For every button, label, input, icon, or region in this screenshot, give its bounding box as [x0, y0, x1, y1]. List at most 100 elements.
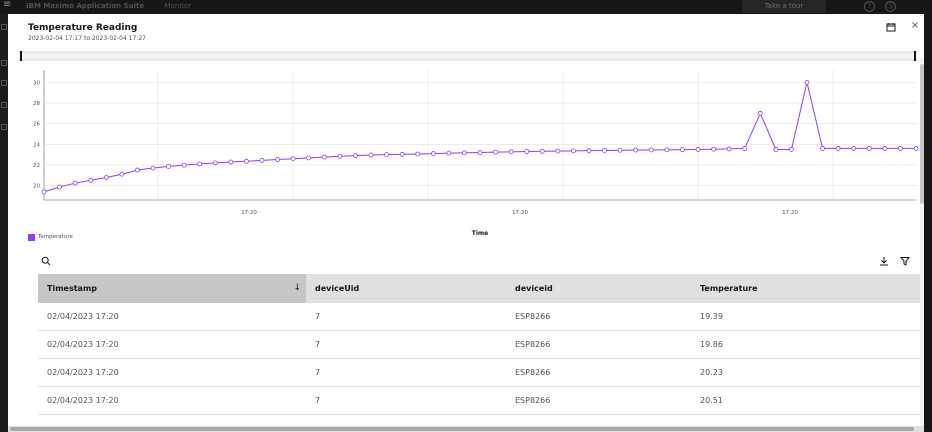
nav-icon[interactable] — [1, 24, 7, 30]
filter-icon[interactable] — [900, 256, 910, 266]
y-tick-label: 24 — [33, 142, 40, 148]
data-point — [555, 148, 561, 154]
scrollbar-thumb[interactable] — [10, 427, 914, 431]
nav-icon[interactable] — [1, 102, 7, 108]
data-point — [290, 156, 296, 162]
data-point — [835, 146, 841, 151]
help-icon[interactable]: ? — [864, 1, 875, 12]
range-slider-handle — [20, 51, 22, 61]
data-point — [602, 148, 607, 153]
data-point — [415, 151, 421, 157]
data-table: Timestamp ↓ deviceUid deviceid Temperatu… — [38, 274, 924, 415]
range-slider-track — [19, 51, 917, 61]
data-point — [695, 147, 701, 152]
vertical-scrollbar[interactable] — [920, 58, 924, 432]
data-point — [88, 177, 94, 183]
data-point — [804, 79, 810, 85]
nav-icon[interactable] — [1, 124, 7, 130]
horizontal-scrollbar[interactable] — [8, 426, 924, 432]
data-point — [571, 148, 576, 154]
close-icon[interactable]: × — [910, 20, 920, 32]
cell-deviceid: ESP8266 — [515, 368, 551, 377]
sort-descending-icon[interactable]: ↓ — [293, 274, 301, 303]
download-icon[interactable] — [879, 256, 889, 266]
user-icon[interactable]: Ⓢ — [885, 1, 896, 12]
cell-deviceuid: 7 — [315, 340, 321, 349]
app-subtitle: Monitor — [164, 2, 192, 10]
cell-timestamp: 02/04/2023 17:20 — [47, 340, 119, 349]
column-header-temperature[interactable]: Temperature — [691, 274, 924, 303]
y-tick-label: 28 — [33, 101, 40, 107]
data-point — [462, 150, 467, 156]
table-row[interactable]: 02/04/2023 17:20 7 ESP8266 19.86 — [38, 331, 924, 359]
temperature-series-line — [43, 82, 916, 193]
table-row[interactable]: 02/04/2023 17:20 7 ESP8266 19.39 — [38, 303, 924, 331]
nav-icon[interactable] — [1, 60, 7, 66]
data-point — [726, 146, 732, 152]
app-title[interactable]: IBM Maximo Application Suite Monitor — [26, 0, 191, 12]
take-a-tour-button[interactable]: Take a tour — [742, 0, 826, 13]
cell-deviceid: ESP8266 — [515, 396, 551, 405]
table-header: Timestamp ↓ deviceUid deviceid Temperatu… — [38, 274, 924, 303]
data-point — [882, 146, 888, 151]
data-point — [103, 175, 109, 180]
temperature-chart: 20 22 24 26 28 30 17:20 17:20 17:20 Time — [19, 51, 919, 237]
x-tick-label: 17:20 — [782, 210, 798, 216]
column-header-timestamp[interactable]: Timestamp ↓ — [38, 274, 306, 303]
app-header: ≡ IBM Maximo Application Suite Monitor T… — [0, 0, 932, 14]
data-point — [866, 146, 872, 151]
range-slider-handle — [914, 51, 916, 61]
table-row[interactable]: 02/04/2023 17:20 7 ESP8266 20.51 — [38, 387, 924, 415]
data-point — [399, 151, 405, 157]
y-tick-label: 22 — [33, 163, 40, 169]
data-point — [898, 146, 903, 151]
x-tick-label: 17:20 — [512, 210, 528, 216]
modal-title: Temperature Reading — [28, 23, 138, 33]
data-point — [353, 153, 358, 159]
data-point — [742, 146, 748, 151]
data-point — [524, 149, 530, 154]
data-point — [166, 164, 171, 169]
data-point — [664, 147, 670, 153]
legend-label: Temperature — [38, 234, 73, 240]
cell-temperature: 19.39 — [700, 312, 723, 321]
data-point — [789, 147, 794, 152]
data-point — [539, 148, 545, 154]
data-point — [773, 147, 779, 152]
cell-deviceuid: 7 — [315, 368, 321, 377]
data-point — [711, 146, 716, 152]
data-point — [228, 159, 234, 165]
cell-timestamp: 02/04/2023 17:20 — [47, 312, 119, 321]
x-tick-label: 17:20 — [241, 210, 257, 216]
data-point — [57, 184, 62, 190]
hamburger-menu-icon[interactable]: ≡ — [3, 0, 13, 10]
cell-timestamp: 02/04/2023 17:20 — [47, 368, 119, 377]
scrollbar-thumb[interactable] — [920, 64, 924, 204]
cell-timestamp: 02/04/2023 17:20 — [47, 396, 119, 405]
temperature-modal: Temperature Reading 2023-02-04 17:17 to … — [8, 14, 924, 432]
data-point — [648, 147, 654, 153]
column-header-deviceuid[interactable]: deviceUid — [306, 274, 506, 303]
y-tick-label: 30 — [33, 80, 40, 86]
data-point — [680, 147, 685, 153]
data-point — [446, 150, 452, 156]
column-header-deviceid[interactable]: deviceid — [506, 274, 691, 303]
chart-legend[interactable]: Temperature — [28, 232, 73, 242]
data-point — [119, 171, 125, 177]
legend-swatch — [28, 233, 35, 241]
cell-temperature: 20.51 — [700, 396, 723, 405]
calendar-icon[interactable] — [886, 22, 896, 32]
data-point — [181, 162, 187, 168]
data-point — [306, 155, 312, 161]
x-axis-title: Time — [472, 230, 488, 237]
data-point — [508, 149, 514, 155]
data-point — [135, 167, 140, 173]
nav-icon[interactable] — [1, 80, 7, 86]
table-row[interactable]: 02/04/2023 17:20 7 ESP8266 20.23 — [38, 359, 924, 387]
data-point — [321, 154, 327, 160]
data-point — [586, 148, 592, 154]
search-icon[interactable] — [41, 256, 51, 266]
data-point — [259, 157, 265, 163]
data-point — [244, 158, 249, 164]
cell-deviceuid: 7 — [315, 396, 321, 405]
